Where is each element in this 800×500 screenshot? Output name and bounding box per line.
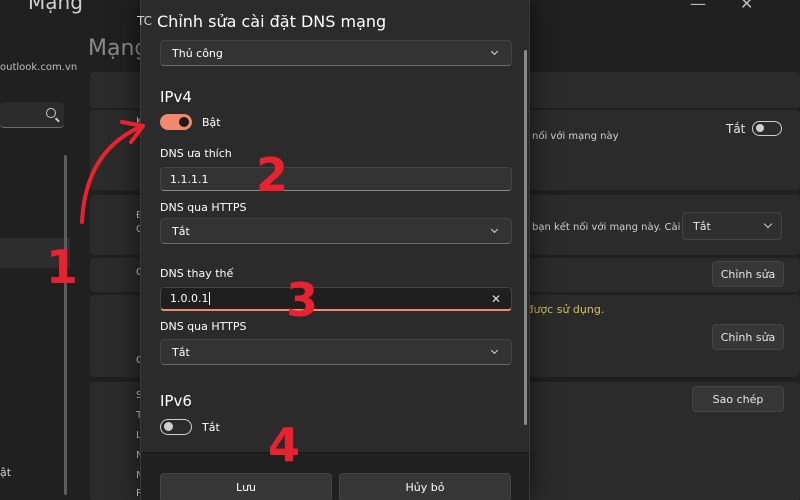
close-icon[interactable]: ✕ bbox=[740, 0, 753, 13]
preferred-dns-input[interactable]: 1.1.1.1 bbox=[160, 167, 512, 191]
text-caret bbox=[209, 292, 211, 305]
annotation-step-4: 4 bbox=[268, 418, 301, 472]
alternate-dns-input[interactable]: 1.0.0.1 ✕ bbox=[160, 287, 512, 311]
row-description: nối với mạng này bbox=[532, 131, 619, 142]
chevron-down-icon bbox=[490, 346, 499, 355]
dialog-title-prefix: TC bbox=[137, 14, 153, 28]
dns-over-https-value: Tắt bbox=[172, 224, 190, 238]
settings-search-input[interactable] bbox=[0, 102, 64, 128]
copy-button[interactable]: Sao chép bbox=[692, 386, 784, 412]
search-icon bbox=[46, 108, 56, 118]
row-description: bạn kết nối với mạng này. Cài bbox=[532, 222, 681, 233]
sidebar-scrollbar[interactable] bbox=[64, 155, 67, 495]
dns-over-https-label: DNS qua HTTPS bbox=[160, 201, 247, 214]
cancel-button[interactable]: Hủy bỏ bbox=[339, 473, 511, 500]
dialog-title: Chỉnh sửa cài đặt DNS mạng bbox=[157, 12, 387, 31]
dns-mode-value: Thủ công bbox=[172, 46, 223, 60]
ipv4-heading: IPv4 bbox=[160, 88, 192, 106]
alternate-dns-value: 1.0.0.1 bbox=[170, 292, 209, 305]
chevron-down-icon bbox=[763, 219, 773, 229]
sidebar-item-label: ật bbox=[0, 466, 12, 479]
row-toggle[interactable] bbox=[752, 121, 782, 136]
ipv6-toggle[interactable] bbox=[160, 419, 192, 435]
ipv4-toggle[interactable] bbox=[160, 114, 192, 130]
dns-mode-select[interactable]: Thủ công bbox=[160, 40, 512, 66]
dns-over-https-select[interactable]: Tắt bbox=[160, 218, 512, 244]
preferred-dns-value: 1.1.1.1 bbox=[170, 172, 209, 186]
edit-button[interactable]: Chỉnh sửa bbox=[712, 324, 784, 350]
ipv6-heading: IPv6 bbox=[160, 392, 192, 410]
dialog-scrollbar[interactable] bbox=[524, 50, 527, 425]
account-email: outlook.com.vn bbox=[0, 62, 78, 73]
row-select[interactable]: Tắt bbox=[682, 212, 782, 240]
row-select-value: Tắt bbox=[693, 219, 711, 233]
edit-button[interactable]: Chỉnh sửa bbox=[712, 261, 784, 287]
preferred-dns-label: DNS ưa thích bbox=[160, 147, 232, 160]
annotation-step-2: 2 bbox=[256, 148, 289, 202]
dns-over-https-label: DNS qua HTTPS bbox=[160, 320, 247, 333]
dns-over-https-value: Tắt bbox=[172, 345, 190, 359]
ipv6-toggle-label: Tắt bbox=[202, 421, 220, 434]
minimize-icon[interactable]: — bbox=[690, 0, 706, 13]
save-button[interactable]: Lưu bbox=[160, 473, 332, 500]
annotation-step-3: 3 bbox=[286, 273, 319, 327]
annotation-step-1: 1 bbox=[46, 240, 79, 294]
row-toggle-label: Tắt bbox=[726, 122, 746, 136]
chevron-down-icon bbox=[490, 47, 499, 56]
background-window-title: Mạng bbox=[28, 0, 83, 14]
alternate-dns-label: DNS thay thế bbox=[160, 267, 234, 280]
dns-settings-dialog: TC Chỉnh sửa cài đặt DNS mạng Thủ công I… bbox=[137, 0, 530, 500]
chevron-down-icon bbox=[490, 225, 499, 234]
ipv4-toggle-label: Bật bbox=[202, 116, 221, 129]
dns-over-https-select[interactable]: Tắt bbox=[160, 339, 512, 365]
clear-icon[interactable]: ✕ bbox=[491, 292, 501, 306]
dialog-footer: Lưu Hủy bỏ bbox=[141, 452, 529, 500]
